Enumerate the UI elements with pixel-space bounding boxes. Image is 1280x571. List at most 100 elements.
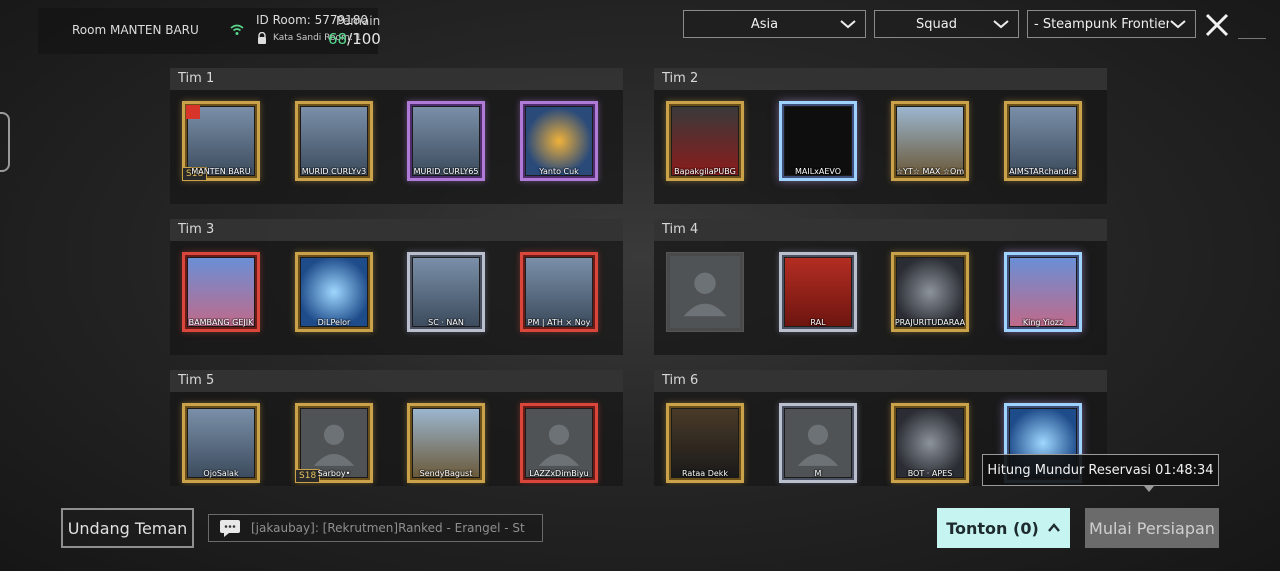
avatar-frame: BapakgilaPUBG [666, 101, 744, 181]
player-slot[interactable]: BAMBANG GEJIK [178, 252, 264, 342]
invite-friends-button[interactable]: Undang Teman [61, 508, 194, 548]
spectate-label: Tonton (0) [946, 518, 1039, 538]
spectate-button[interactable]: Tonton (0) [937, 508, 1070, 548]
player-slot[interactable]: SC · NAN [403, 252, 489, 342]
player-slot[interactable]: King Yiozz [1000, 252, 1086, 342]
avatar-frame: OjoSalak [182, 403, 260, 483]
avatar-frame: MURID CURLY65 [407, 101, 485, 181]
chevron-down-icon [993, 20, 1009, 29]
helmet-icon [897, 409, 963, 477]
team-panel: Tim 4 RAL PRAJURITUDARAA King Yiozz [654, 219, 1107, 355]
chat-bar[interactable]: [jakaubay]: [Rekrutmen]Ranked - Erangel … [208, 514, 543, 542]
mode-value: Squad [916, 16, 957, 32]
player-name: MURID CURLYv3 [301, 167, 367, 176]
player-name: Sarboy• [317, 469, 351, 478]
player-name: DiLPelor [317, 318, 351, 327]
avatar-frame: RAL [779, 252, 857, 332]
lock-icon [258, 32, 266, 44]
player-slot[interactable]: PM | ATH × Noy [516, 252, 602, 342]
player-slot[interactable]: RAL [775, 252, 861, 342]
player-photo-icon [413, 258, 479, 326]
players-label: Pemain [336, 14, 381, 28]
room-owner-icon [186, 105, 200, 119]
player-slot[interactable]: SendyBagust [403, 403, 489, 486]
player-slot[interactable]: MAILxAEVO [775, 101, 861, 191]
trophy-icon [672, 409, 738, 477]
player-name: PRAJURITUDARAA [894, 318, 966, 327]
avatar-frame: ☆YT☆ MAX ☆Om [891, 101, 969, 181]
chevron-up-icon [1047, 523, 1060, 532]
team-label: Tim 2 [654, 68, 1107, 90]
avatar-frame: S18 Sarboy• [295, 403, 373, 483]
player-photo-icon [413, 107, 479, 175]
player-name: MURID CURLY65 [413, 167, 479, 176]
team-label: Tim 6 [654, 370, 1107, 392]
anime-avatar-icon [188, 258, 254, 326]
start-ready-button[interactable]: Mulai Persiapan [1085, 508, 1219, 548]
player-slot[interactable]: LAZZxDimBiyu [516, 403, 602, 486]
player-slot[interactable]: Yanto Cuk [516, 101, 602, 191]
side-panel-tab[interactable] [0, 112, 10, 172]
map-value: - Steampunk Frontier [1034, 16, 1169, 32]
close-icon[interactable] [1203, 11, 1231, 39]
player-slot[interactable]: S18 MANTEN BARU [178, 101, 264, 191]
chevron-down-icon [840, 20, 856, 29]
player-name: ☆YT☆ MAX ☆Om [895, 167, 965, 176]
player-photo-icon [526, 258, 592, 326]
player-name: PM | ATH × Noy [527, 318, 591, 327]
player-slot[interactable]: OjoSalak [178, 403, 264, 486]
team-label: Tim 1 [170, 68, 623, 90]
avatar-frame: MAILxAEVO [779, 101, 857, 181]
player-name: RAL [810, 318, 826, 327]
team-label: Tim 5 [170, 370, 623, 392]
player-slot[interactable]: DiLPelor [291, 252, 377, 342]
player-name: King Yiozz [1022, 318, 1064, 327]
players-count: 68/100 [328, 30, 381, 48]
team-label: Tim 4 [654, 219, 1107, 241]
region-dropdown[interactable]: Asia [683, 10, 866, 38]
monument-icon [897, 107, 963, 175]
avatar-frame: King Yiozz [1004, 252, 1082, 332]
tooltip-arrow [1144, 486, 1154, 492]
team-panel: Tim 5 OjoSalak S18 Sarboy• SendyBagust LAZZxD… [170, 370, 623, 486]
player-name: OjoSalak [203, 469, 239, 478]
player-slot[interactable] [662, 252, 748, 342]
player-name: Yanto Cuk [539, 167, 579, 176]
player-slot[interactable]: AIMSTARchandra [1000, 101, 1086, 191]
map-dropdown[interactable]: - Steampunk Frontier [1027, 10, 1196, 38]
avatar-frame: AIMSTARchandra [1004, 101, 1082, 181]
chat-icon [220, 520, 240, 537]
room-name: Room MANTEN BARU [72, 23, 199, 37]
avatar-frame: MURID CURLYv3 [295, 101, 373, 181]
player-slot[interactable]: BOT · APES [887, 403, 973, 486]
avatar-frame: SendyBagust [407, 403, 485, 483]
player-name: LAZZxDimBiyu [529, 469, 589, 478]
player-name: MAILxAEVO [794, 167, 842, 176]
emblem-icon [526, 107, 592, 175]
player-name: AIMSTARchandra [1009, 167, 1077, 176]
player-slot[interactable]: MURID CURLY65 [403, 101, 489, 191]
anime-avatar-icon [1010, 258, 1076, 326]
avatar-frame: LAZZxDimBiyu [520, 403, 598, 483]
player-slot[interactable]: PRAJURITUDARAA [887, 252, 973, 342]
default-avatar-icon [785, 409, 851, 477]
player-slot[interactable]: BapakgilaPUBG [662, 101, 748, 191]
avatar-frame: Yanto Cuk [520, 101, 598, 181]
player-photo-icon [301, 107, 367, 175]
player-slot[interactable]: MURID CURLYv3 [291, 101, 377, 191]
monument-icon [413, 409, 479, 477]
mode-dropdown[interactable]: Squad [874, 10, 1019, 38]
avatar-frame: SC · NAN [407, 252, 485, 332]
avatar-frame [666, 252, 744, 332]
avatar-frame: BAMBANG GEJIK [182, 252, 260, 332]
player-slot[interactable]: S18 Sarboy• [291, 403, 377, 486]
player-slot[interactable]: M [775, 403, 861, 486]
player-slot[interactable]: ☆YT☆ MAX ☆Om [887, 101, 973, 191]
wifi-icon [230, 24, 244, 35]
avatar-frame: M [779, 403, 857, 483]
player-name: M [814, 469, 822, 478]
avatar-frame: PM | ATH × Noy [520, 252, 598, 332]
player-slot[interactable]: Rataa Dekk [662, 403, 748, 486]
player-name: SendyBagust [419, 469, 473, 478]
snowflake-icon [301, 258, 367, 326]
